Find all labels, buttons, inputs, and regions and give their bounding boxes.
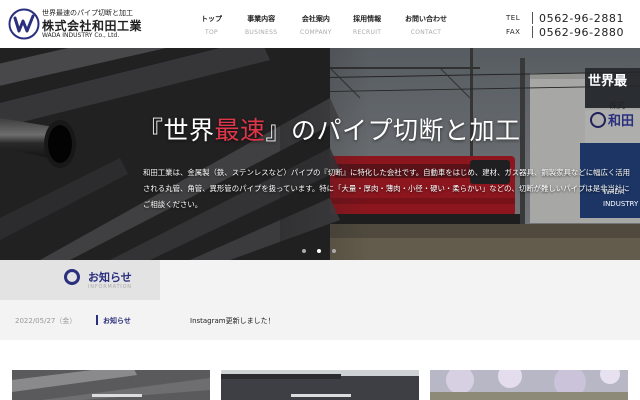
business-card-image <box>12 370 210 400</box>
fax-number: 0562-96-2880 <box>539 25 625 39</box>
building-sign-brand: 和田 <box>608 114 635 129</box>
nav-label: お問い合わせ <box>405 15 447 23</box>
nav-sublabel: CONTACT <box>410 29 442 36</box>
company-card-image <box>221 370 419 400</box>
hero-slider: 世界最 株式 和田 WADA INDUSTRY 『世界最速』のパイプ切断と加工 … <box>0 48 640 260</box>
nav-label: トップ <box>201 15 222 23</box>
news-circle-icon <box>64 269 80 285</box>
nav-item-contact[interactable]: お問い合わせ CONTACT <box>405 14 447 36</box>
news-header <box>0 260 160 300</box>
news-category: お知らせ <box>103 317 131 325</box>
nav-sublabel: TOP <box>205 29 218 36</box>
company-card[interactable] <box>221 370 419 400</box>
news-header-background <box>160 260 640 300</box>
hero-background-image <box>0 48 640 260</box>
recruit-card[interactable] <box>430 370 628 400</box>
nav-label: 事業内容 <box>247 15 276 23</box>
news-title-en: INFORMATION <box>88 284 132 290</box>
nav-item-recruit[interactable]: 採用情報 RECRUIT <box>353 14 381 36</box>
hero-title: 『世界最速』のパイプ切断と加工 <box>138 111 521 147</box>
nav-item-top[interactable]: トップ TOP <box>201 14 222 36</box>
hero-title-suffix: 』のパイプ切断と加工 <box>265 116 521 145</box>
hero-title-prefix: 『世界 <box>138 116 215 145</box>
slide-dot[interactable] <box>332 249 336 253</box>
tel-label: TEL <box>506 14 521 22</box>
slider-pagination <box>302 249 336 253</box>
logo-icon[interactable] <box>8 8 40 40</box>
slide-dot[interactable] <box>302 249 306 253</box>
building-sign: 世界最 <box>588 74 628 89</box>
fax-label: FAX <box>506 28 521 36</box>
hero-title-accent: 最速 <box>214 116 266 145</box>
nav-item-business[interactable]: 事業内容 BUSINESS <box>245 14 277 36</box>
divider <box>532 26 533 38</box>
contact-numbers: TEL 0562-96-2881 FAX 0562-96-2880 <box>506 11 624 39</box>
site-header: 世界最速のパイプ切断と加工 株式会社和田工業 WADA INDUSTRY Co.… <box>0 0 640 48</box>
news-link[interactable]: Instagram更新しました！ <box>190 316 275 326</box>
nav-label: 会社案内 <box>301 15 330 23</box>
business-card[interactable] <box>12 370 210 400</box>
category-marker <box>96 315 98 325</box>
slide-dot-active[interactable] <box>317 249 321 253</box>
fax-row: FAX 0562-96-2880 <box>506 25 624 39</box>
tel-number[interactable]: 0562-96-2881 <box>539 12 624 25</box>
hero-description: 和田工業は、金属製（鉄、ステンレスなど）パイプの『切断』に特化した会社です。自動… <box>143 168 631 209</box>
company-name-en: WADA INDUSTRY Co., Ltd. <box>42 32 120 39</box>
divider <box>532 12 533 24</box>
news-title: お知らせ <box>88 271 132 284</box>
nav-item-company[interactable]: 会社案内 COMPANY <box>300 14 332 36</box>
nav-sublabel: RECRUIT <box>353 29 382 36</box>
recruit-card-image <box>430 370 628 400</box>
nav-sublabel: BUSINESS <box>245 29 278 36</box>
tel-row[interactable]: TEL 0562-96-2881 <box>506 11 624 25</box>
nav-label: 採用情報 <box>353 15 382 23</box>
news-date: 2022/05/27（金） <box>15 317 77 325</box>
nav-sublabel: COMPANY <box>300 29 332 36</box>
